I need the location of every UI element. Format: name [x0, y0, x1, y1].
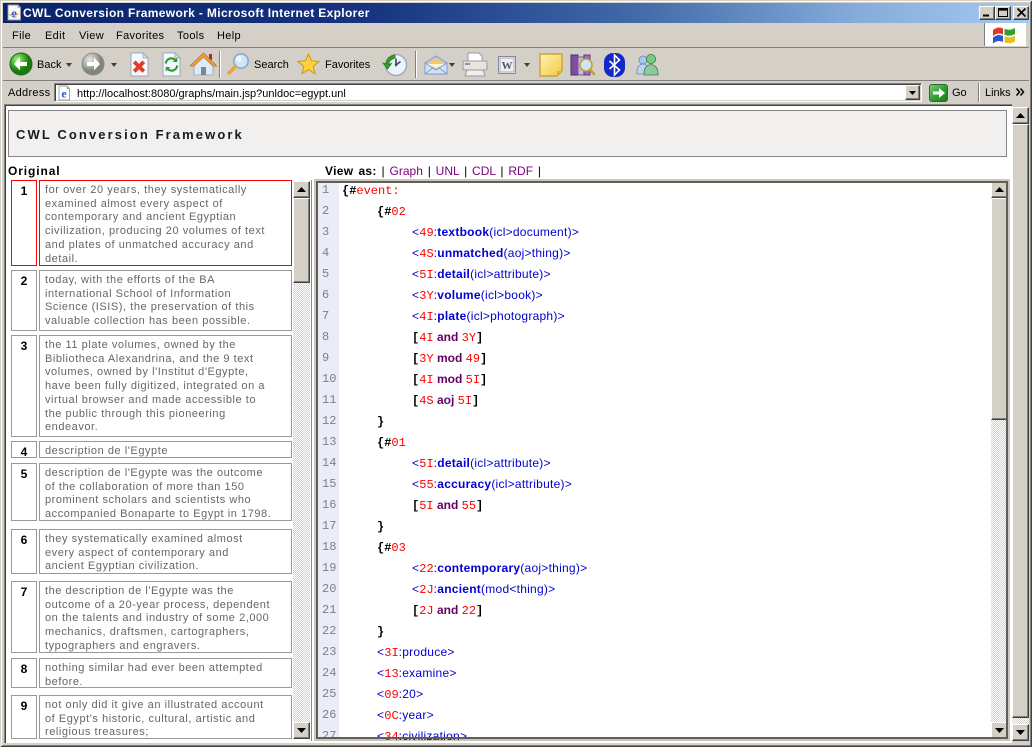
svg-text:W: W [502, 60, 513, 72]
svg-text:e: e [61, 87, 67, 101]
svg-text:e: e [11, 6, 17, 21]
